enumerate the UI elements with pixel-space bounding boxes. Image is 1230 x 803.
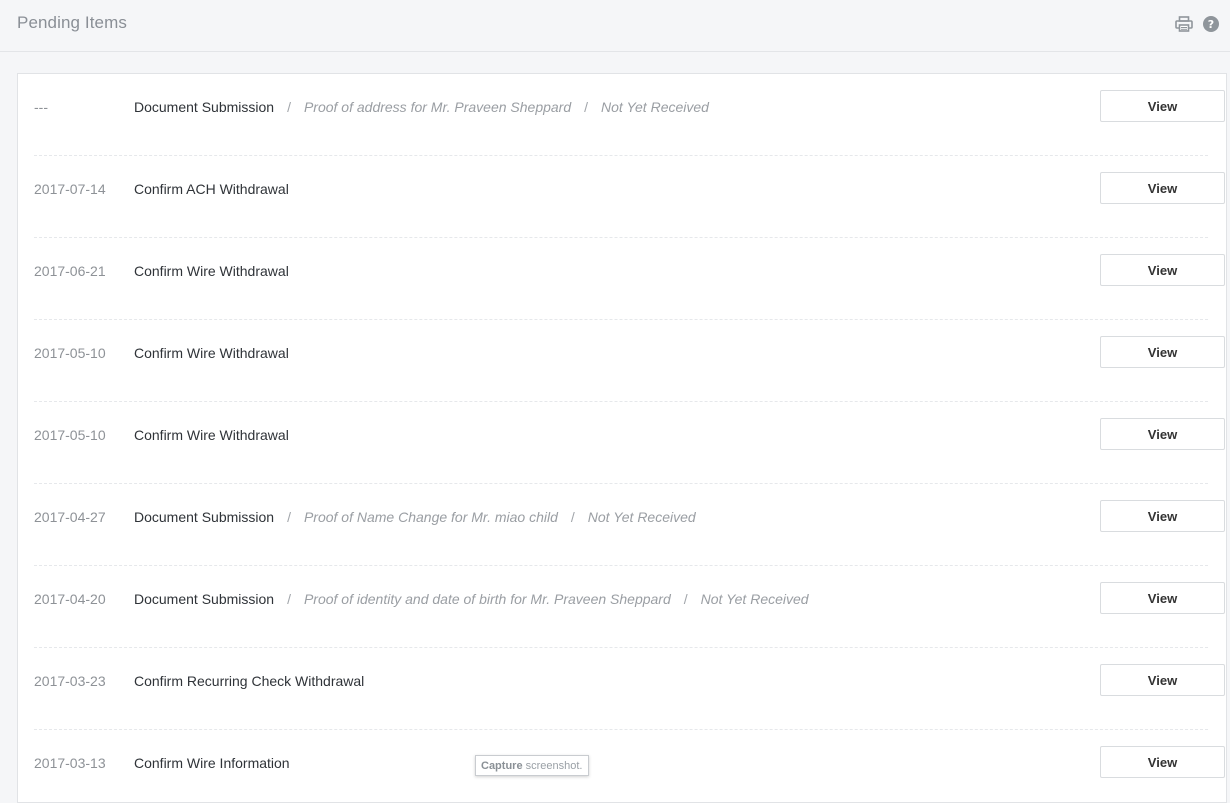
list-item: 2017-06-21 Confirm Wire Withdrawal View (34, 238, 1225, 320)
item-date: 2017-03-13 (34, 755, 106, 771)
item-title: Confirm Recurring Check Withdrawal (134, 673, 365, 689)
item-detail: Proof of identity and date of birth for … (303, 591, 671, 607)
item-title: Document Submission (134, 99, 275, 115)
help-icon[interactable]: ? (1201, 14, 1221, 34)
item-description: Confirm ACH Withdrawal (134, 181, 289, 197)
item-description: Confirm Wire Withdrawal (134, 345, 289, 361)
view-button[interactable]: View (1100, 336, 1225, 368)
item-title: Confirm Wire Withdrawal (134, 427, 289, 443)
item-date: --- (34, 99, 48, 115)
separator: / (287, 509, 291, 525)
list-item: 2017-04-27 Document Submission / Proof of N… (34, 484, 1225, 566)
item-status: Not Yet Received (601, 99, 709, 115)
item-description: Document Submission / Proof of identity an… (134, 591, 809, 607)
page-header: Pending Items ? (0, 0, 1230, 52)
svg-text:?: ? (1208, 18, 1214, 31)
item-description: Document Submission / Proof of Name Change… (134, 509, 696, 525)
item-detail: Proof of Name Change for Mr. miao child (303, 509, 558, 525)
print-icon[interactable] (1174, 14, 1194, 34)
list-item: --- Document Submission / Proof of address … (34, 74, 1225, 156)
item-status: Not Yet Received (700, 591, 809, 607)
separator: / (584, 99, 589, 115)
item-description: Confirm Wire Information (134, 755, 290, 771)
item-title: Confirm Wire Withdrawal (134, 263, 289, 279)
item-detail: Proof of address for Mr. Praveen Sheppar… (303, 99, 572, 115)
tooltip-bold-text: Capture (481, 760, 523, 772)
item-date: 2017-05-10 (34, 427, 106, 443)
item-title: Document Submission (134, 591, 275, 607)
list-item: 2017-05-10 Confirm Wire Withdrawal View (34, 320, 1225, 402)
item-date: 2017-03-23 (34, 673, 106, 689)
item-status: Not Yet Received (587, 509, 696, 525)
separator: / (683, 591, 688, 607)
item-title: Confirm ACH Withdrawal (134, 181, 289, 197)
item-description: Confirm Wire Withdrawal (134, 427, 289, 443)
item-description: Confirm Wire Withdrawal (134, 263, 289, 279)
view-button[interactable]: View (1100, 500, 1225, 532)
page-title: Pending Items (17, 13, 127, 32)
list-item: 2017-04-20 Document Submission / Proof of i… (34, 566, 1225, 648)
view-button[interactable]: View (1100, 90, 1225, 122)
separator: / (570, 509, 575, 525)
item-description: Document Submission / Proof of address for… (134, 99, 709, 115)
pending-items-panel: --- Document Submission / Proof of address … (17, 73, 1227, 803)
item-date: 2017-04-20 (34, 591, 106, 607)
view-button[interactable]: View (1100, 418, 1225, 450)
separator: / (287, 591, 291, 607)
separator: / (287, 99, 291, 115)
view-button[interactable]: View (1100, 582, 1225, 614)
view-button[interactable]: View (1100, 254, 1225, 286)
item-date: 2017-07-14 (34, 181, 106, 197)
view-button[interactable]: View (1100, 664, 1225, 696)
item-description: Confirm Recurring Check Withdrawal (134, 673, 364, 689)
item-title: Confirm Wire Withdrawal (134, 345, 289, 361)
list-item: 2017-07-14 Confirm ACH Withdrawal View (34, 156, 1225, 238)
list-item: 2017-05-10 Confirm Wire Withdrawal View (34, 402, 1225, 484)
item-date: 2017-05-10 (34, 345, 106, 361)
view-button[interactable]: View (1100, 172, 1225, 204)
item-title: Confirm Wire Information (134, 755, 290, 771)
capture-tooltip: Capture screenshot. (475, 755, 589, 776)
tooltip-text: screenshot. (525, 760, 583, 772)
view-button[interactable]: View (1100, 746, 1225, 778)
list-item: 2017-03-13 Confirm Wire Information View (34, 730, 1225, 802)
item-date: 2017-06-21 (34, 263, 106, 279)
item-date: 2017-04-27 (34, 509, 106, 525)
list-item: 2017-03-23 Confirm Recurring Check Withdr… (34, 648, 1225, 730)
item-title: Document Submission (134, 509, 275, 525)
